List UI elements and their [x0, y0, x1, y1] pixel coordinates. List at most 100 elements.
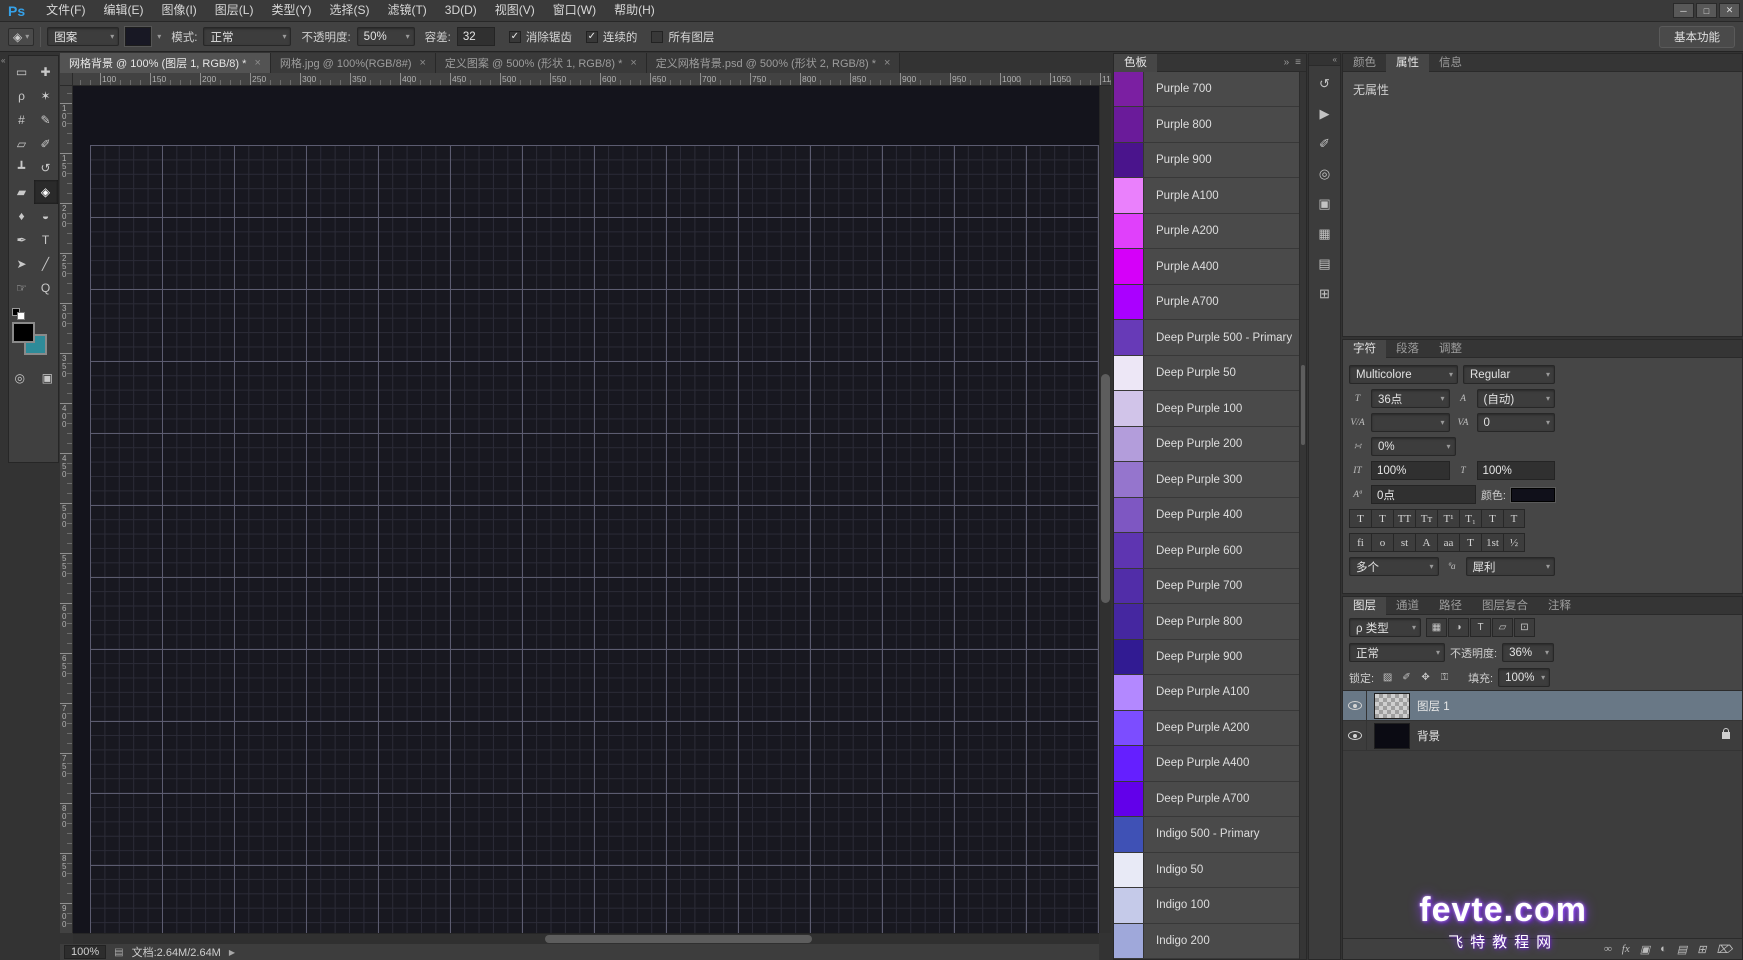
menu-item[interactable]: 图像(I)	[152, 0, 205, 22]
panel-menu-icon[interactable]: ≡	[1295, 57, 1301, 68]
quick-selection-tool[interactable]: ✶	[34, 84, 58, 108]
panel-tab[interactable]: 路径	[1429, 597, 1472, 615]
histogram-panel-icon[interactable]: ▦	[1312, 221, 1337, 246]
checkbox[interactable]: ✓	[586, 31, 598, 43]
faux-bold-button[interactable]: T	[1349, 509, 1371, 528]
type-tool[interactable]: T	[34, 228, 58, 252]
close-tab-icon[interactable]: ×	[254, 57, 260, 69]
lock-pixels-icon[interactable]: ✐	[1398, 669, 1415, 686]
swatch-item[interactable]: Deep Purple 100	[1114, 391, 1306, 426]
quick-mask-button[interactable]: ◎	[9, 368, 31, 388]
close-tab-icon[interactable]: ×	[884, 57, 890, 69]
blur-tool[interactable]: ♦	[10, 204, 34, 228]
layer-style-icon[interactable]: fx	[1622, 943, 1630, 955]
tracking-dropdown[interactable]: 0 ▾	[1477, 413, 1556, 432]
move-tool[interactable]: ✚	[34, 60, 58, 84]
status-menu-arrow-icon[interactable]: ▶	[229, 948, 235, 957]
navigator-panel-icon[interactable]: ▣	[1312, 191, 1337, 216]
maximize-button[interactable]: □	[1696, 3, 1717, 18]
swatch-item[interactable]: Deep Purple 800	[1114, 604, 1306, 639]
swatch-item[interactable]: Indigo 100	[1114, 888, 1306, 923]
swatch-item[interactable]: Purple A200	[1114, 214, 1306, 249]
tab-swatches[interactable]: 色板	[1114, 54, 1157, 72]
checkbox-option[interactable]: ✓ 连续的	[586, 29, 638, 45]
history-panel-icon[interactable]: ↺	[1312, 71, 1337, 96]
dodge-tool[interactable]: ◒	[34, 204, 58, 228]
swatch-item[interactable]: Indigo 500 - Primary	[1114, 817, 1306, 852]
notes-panel-icon[interactable]: ▤	[1312, 251, 1337, 276]
close-button[interactable]: ✕	[1719, 3, 1740, 18]
vertical-scrollbar[interactable]	[1099, 86, 1111, 933]
tool-preset-picker[interactable]: ◈ ▾	[8, 28, 34, 46]
layer-visibility-toggle[interactable]	[1343, 691, 1367, 721]
leading-dropdown[interactable]: (自动) ▾	[1477, 389, 1556, 408]
path-selection-tool[interactable]: ➤	[10, 252, 34, 276]
brush-tool[interactable]: ✐	[34, 132, 58, 156]
canvas[interactable]	[73, 86, 1099, 933]
all-caps-button[interactable]: TT	[1393, 509, 1415, 528]
superscript-button[interactable]: T¹	[1437, 509, 1459, 528]
layer-thumbnail[interactable]	[1374, 723, 1410, 749]
small-caps-button[interactable]: Tᴛ	[1415, 509, 1437, 528]
default-colors-icon[interactable]	[12, 308, 27, 321]
crop-tool[interactable]: #	[10, 108, 34, 132]
swash-button[interactable]: A	[1415, 533, 1437, 552]
layer-name[interactable]: 背景	[1417, 728, 1440, 744]
swatch-item[interactable]: Indigo 200	[1114, 924, 1306, 959]
layer-row[interactable]: 图层 1	[1343, 691, 1742, 721]
delete-layer-icon[interactable]: ⌦	[1716, 943, 1732, 956]
menu-item[interactable]: 滤镜(T)	[378, 0, 435, 22]
layer-row[interactable]: 背景	[1343, 721, 1742, 751]
collapse-toolbar-icon[interactable]: «	[1, 56, 5, 65]
close-tab-icon[interactable]: ×	[630, 57, 636, 69]
swatch-item[interactable]: Deep Purple A200	[1114, 711, 1306, 746]
document-tab[interactable]: 定义网格背景.psd @ 500% (形状 2, RGB/8) * ×	[647, 53, 901, 73]
filter-type-layers-icon[interactable]: T	[1470, 618, 1491, 637]
swatch-item[interactable]: Deep Purple 700	[1114, 569, 1306, 604]
panel-tab[interactable]: 注释	[1538, 597, 1581, 615]
new-layer-icon[interactable]: ⊞	[1697, 943, 1706, 956]
swatch-item[interactable]: Deep Purple A700	[1114, 782, 1306, 817]
panel-tab[interactable]: 段落	[1386, 340, 1429, 358]
swatches-scrollbar[interactable]	[1299, 72, 1306, 959]
text-color-swatch[interactable]	[1511, 488, 1555, 502]
checkbox-option[interactable]: ✓ 消除锯齿	[509, 29, 572, 45]
swatch-item[interactable]: Deep Purple 500 - Primary	[1114, 320, 1306, 355]
document-tab[interactable]: 定义图案 @ 500% (形状 1, RGB/8) * ×	[436, 53, 647, 73]
layer-name[interactable]: 图层 1	[1417, 698, 1450, 714]
panel-tab[interactable]: 图层复合	[1472, 597, 1538, 615]
swatch-item[interactable]: Deep Purple 200	[1114, 427, 1306, 462]
clone-stamp-tool[interactable]: ┻	[10, 156, 34, 180]
mode-dropdown[interactable]: 正常 ▾	[203, 27, 291, 46]
lock-position-icon[interactable]: ✥	[1417, 669, 1434, 686]
new-group-icon[interactable]: ▤	[1677, 943, 1687, 956]
paint-bucket-tool[interactable]: ◈	[34, 180, 58, 204]
menu-item[interactable]: 窗口(W)	[544, 0, 605, 22]
eraser-tool[interactable]: ▰	[10, 180, 34, 204]
subscript-button[interactable]: T₁	[1459, 509, 1481, 528]
titling-alternates-button[interactable]: T	[1459, 533, 1481, 552]
horizontal-scrollbar-thumb[interactable]	[545, 935, 812, 943]
menu-item[interactable]: 帮助(H)	[605, 0, 664, 22]
pattern-picker[interactable]	[125, 27, 151, 46]
font-size-dropdown[interactable]: 36点 ▾	[1371, 389, 1450, 408]
menu-item[interactable]: 视图(V)	[486, 0, 544, 22]
swatch-item[interactable]: Indigo 50	[1114, 853, 1306, 888]
document-tab[interactable]: 网格背景 @ 100% (图层 1, RGB/8) * ×	[60, 53, 271, 73]
discretionary-ligatures-button[interactable]: st	[1393, 533, 1415, 552]
lock-all-icon[interactable]: ⚿	[1436, 669, 1453, 686]
swatch-item[interactable]: Purple A100	[1114, 178, 1306, 213]
panel-tab[interactable]: 字符	[1343, 340, 1386, 358]
stylistic-alternates-button[interactable]: aa	[1437, 533, 1459, 552]
swatches-scrollbar-thumb[interactable]	[1301, 365, 1305, 445]
eyedropper-tool[interactable]: ✎	[34, 108, 58, 132]
swatch-item[interactable]: Purple A700	[1114, 285, 1306, 320]
tolerance-input[interactable]: 32	[457, 27, 495, 46]
contextual-alternates-button[interactable]: o	[1371, 533, 1393, 552]
layer-opacity-dropdown[interactable]: 36% ▾	[1502, 643, 1554, 662]
swatch-item[interactable]: Deep Purple 900	[1114, 640, 1306, 675]
healing-brush-tool[interactable]: ▱	[10, 132, 34, 156]
filter-adjustment-layers-icon[interactable]: ◑	[1448, 618, 1469, 637]
layer-thumbnail[interactable]	[1374, 693, 1410, 719]
checkbox-option[interactable]: ✓ 所有图层	[651, 29, 714, 45]
